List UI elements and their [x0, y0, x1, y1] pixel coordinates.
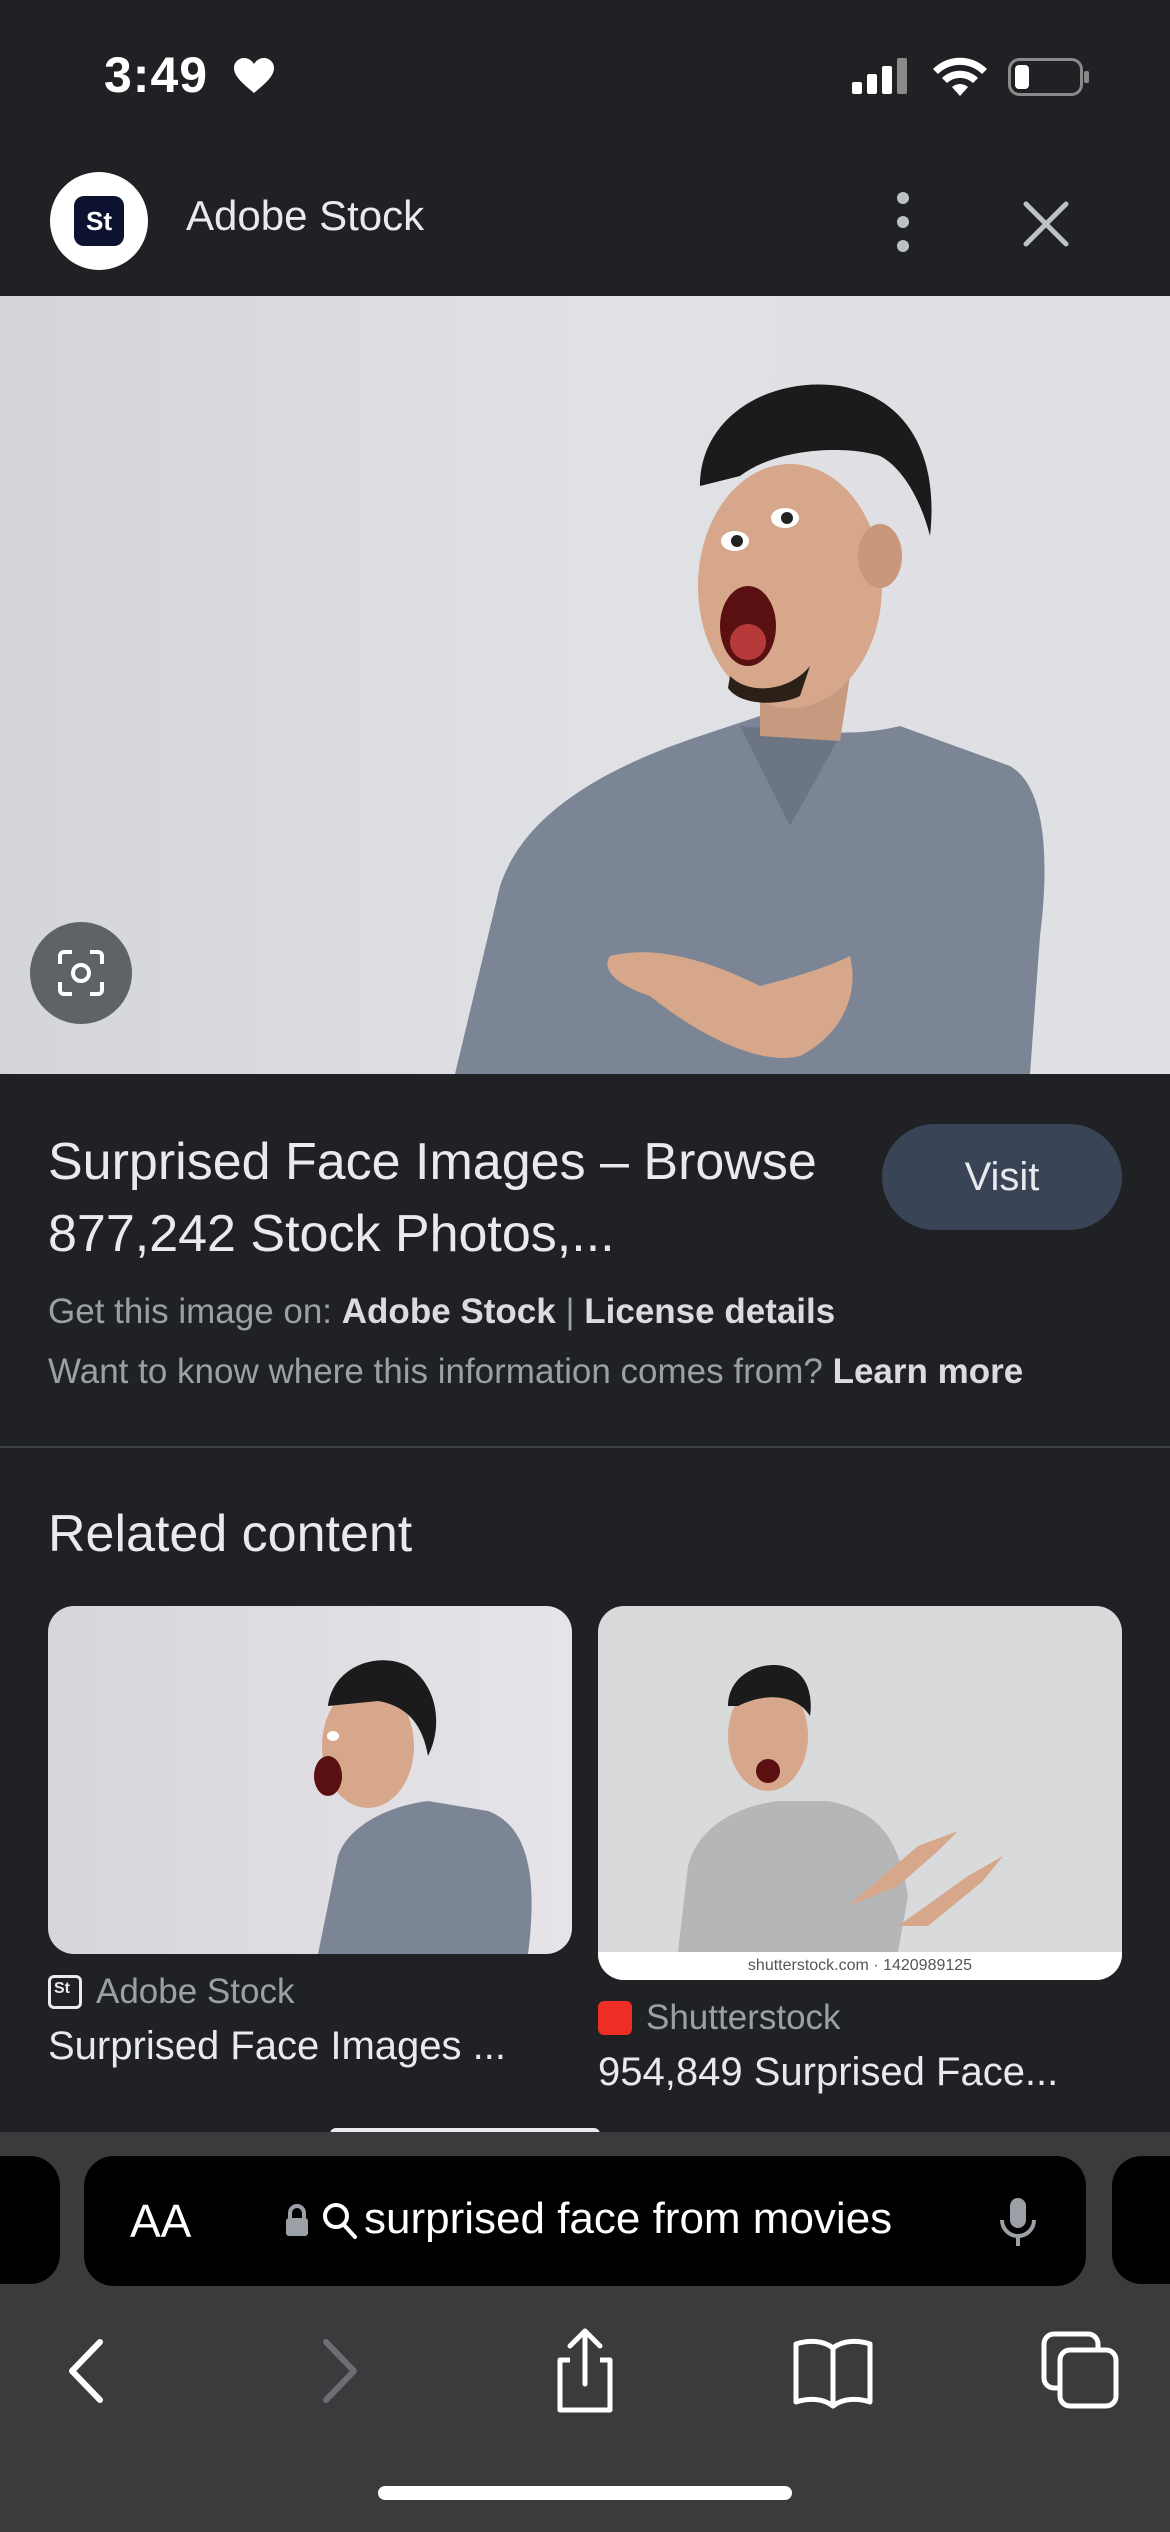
get-image-line: Get this image on: Adobe Stock | License… — [48, 1292, 835, 1332]
wifi-icon — [933, 57, 987, 96]
lens-icon — [58, 950, 104, 996]
address-text[interactable]: surprised face from movies — [364, 2194, 892, 2244]
forward-icon[interactable] — [294, 2326, 384, 2416]
info-question: Want to know where this information come… — [48, 1352, 823, 1391]
next-tab-peek[interactable] — [1112, 2156, 1170, 2284]
status-time: 3:49 — [104, 47, 209, 103]
license-details-link[interactable]: License details — [584, 1292, 835, 1331]
microphone-icon[interactable] — [998, 2196, 1038, 2250]
lock-icon — [286, 2204, 308, 2236]
surprised-man-side-photo — [314, 1660, 532, 1954]
visit-button[interactable]: Visit — [882, 1124, 1122, 1230]
related-thumbnail[interactable]: shutterstock.com · 1420989125 — [598, 1606, 1122, 1980]
source-logo[interactable]: St — [50, 172, 148, 270]
related-card-source: Adobe Stock — [48, 1968, 572, 2016]
get-image-prefix: Get this image on: — [48, 1292, 333, 1331]
google-lens-button[interactable] — [30, 922, 132, 1024]
surprised-man-photo — [455, 384, 1045, 1074]
image-info-panel: Surprised Face Images – Browse 877,242 S… — [0, 1074, 1170, 1448]
info-source-line: Want to know where this information come… — [48, 1352, 1023, 1392]
status-bar: 3:49 — [0, 0, 1170, 150]
thumbnail-watermark: shutterstock.com · 1420989125 — [598, 1952, 1122, 1980]
page-settings-button[interactable]: AA — [130, 2194, 191, 2248]
close-icon[interactable] — [1016, 194, 1076, 254]
adobe-stock-icon — [48, 1975, 82, 2009]
home-indicator[interactable] — [378, 2486, 792, 2500]
bookmarks-icon[interactable] — [788, 2326, 878, 2416]
tabs-icon[interactable] — [1036, 2326, 1126, 2416]
main-image[interactable] — [0, 296, 1170, 1074]
share-icon[interactable] — [540, 2326, 630, 2416]
separator: | — [565, 1292, 575, 1331]
search-icon — [323, 2203, 357, 2239]
related-card-source: Shutterstock — [598, 1994, 1122, 2042]
related-card-title[interactable]: 954,849 Surprised Face... — [598, 2050, 1122, 2095]
adobe-stock-logo: St — [74, 196, 124, 246]
address-bar[interactable]: AA surprised face from movies — [84, 2156, 1086, 2286]
related-source-name: Adobe Stock — [96, 1972, 295, 2011]
get-image-source-link[interactable]: Adobe Stock — [342, 1292, 556, 1331]
safari-toolbar: AA surprised face from movies — [0, 2132, 1170, 2532]
shutterstock-icon — [598, 2001, 632, 2035]
related-card-title[interactable]: Surprised Face Images ... — [48, 2024, 572, 2069]
learn-more-link[interactable]: Learn more — [833, 1352, 1024, 1391]
source-header: St Adobe Stock — [0, 150, 1170, 296]
battery-icon — [1008, 58, 1089, 96]
related-card[interactable]: Adobe Stock Surprised Face Images ... — [48, 1606, 572, 2069]
cellular-signal-icon — [852, 58, 907, 94]
related-content-title: Related content — [48, 1505, 413, 1563]
result-title[interactable]: Surprised Face Images – Browse 877,242 S… — [48, 1126, 868, 1270]
related-content-section: Related content Adobe Stock Surprised Fa… — [0, 1450, 1170, 2132]
related-thumbnail[interactable] — [48, 1606, 572, 1954]
surprised-man-pointing-photo — [678, 1665, 1003, 1952]
more-options-icon[interactable] — [878, 182, 928, 262]
back-icon[interactable] — [42, 2326, 132, 2416]
previous-tab-peek[interactable] — [0, 2156, 60, 2284]
heart-icon — [234, 58, 274, 93]
source-name[interactable]: Adobe Stock — [186, 192, 424, 240]
related-source-name: Shutterstock — [646, 1998, 841, 2037]
related-card[interactable]: shutterstock.com · 1420989125 Shuttersto… — [598, 1606, 1122, 2095]
